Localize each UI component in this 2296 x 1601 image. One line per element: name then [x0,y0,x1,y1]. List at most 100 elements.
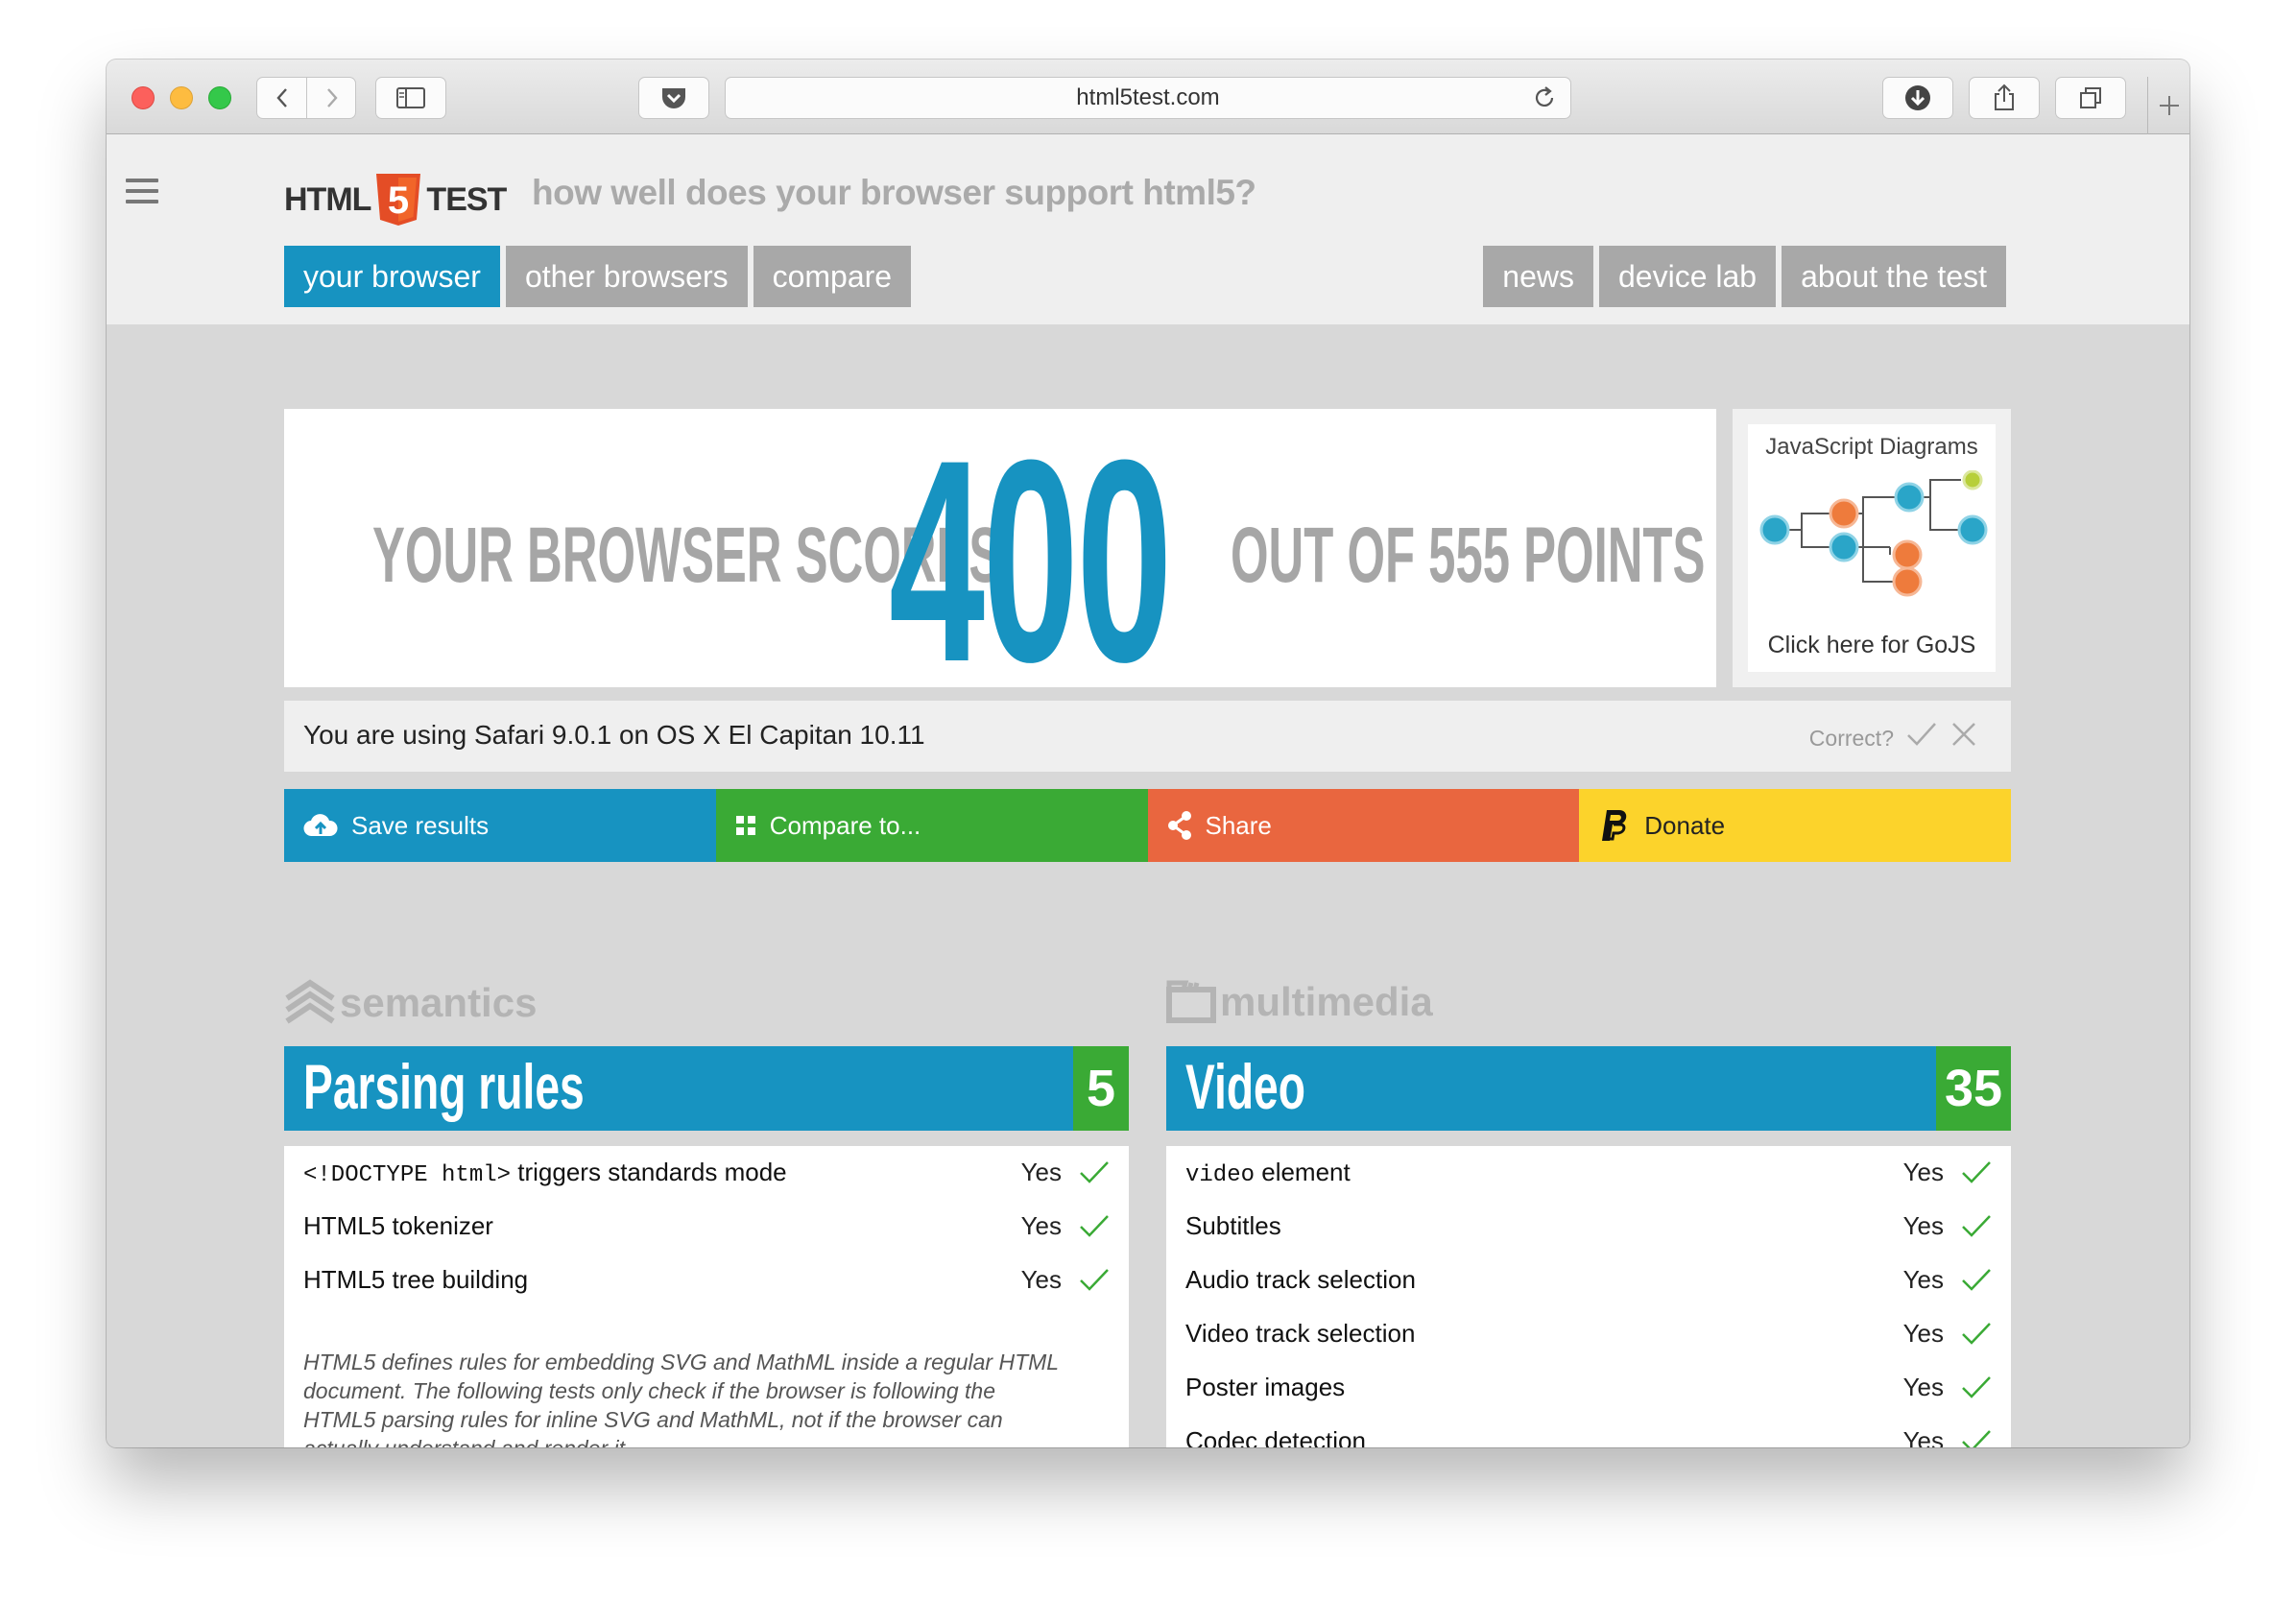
test-label: HTML5 tokenizer [303,1211,493,1240]
donate-label: Donate [1644,810,1726,840]
tab-compare[interactable]: compare [753,246,912,307]
ad-card[interactable]: JavaScript Diagrams Click here for GoJS [1748,424,1996,672]
section-title: Parsing rules [303,1051,585,1122]
check-icon [1080,1269,1109,1291]
tabs-overview-button[interactable] [2055,77,2126,119]
section-note: HTML5 defines rules for embedding SVG an… [303,1350,1059,1447]
confirm-check-icon[interactable] [1905,720,1938,749]
diagram-illustration-icon [1759,470,1988,597]
url-text: html5test.com [1076,84,1220,110]
section-title: Video [1185,1051,1305,1122]
ad-title: JavaScript Diagrams [1765,434,1978,460]
gojs-ad[interactable]: JavaScript Diagrams Click here for GoJS [1733,409,2011,687]
downloads-button[interactable] [1882,77,1953,119]
list-item: Subtitles Yes [1166,1200,2011,1254]
video-list: video element Yes Subtitles Yes Audio tr… [1166,1146,2011,1447]
category-multimedia: multimedia [1166,979,1433,1025]
share-toolbar-button[interactable] [1969,77,2040,119]
logo-five: 5 [388,179,409,222]
section-points: 5 [1073,1046,1129,1131]
close-window-button[interactable] [132,86,155,109]
minimize-window-button[interactable] [170,86,193,109]
test-result: Yes [1902,1426,1944,1447]
grid-icon [735,816,755,835]
score-suffix: OUT OF 555 POINTS [1231,512,1706,599]
test-label: Audio track selection [1185,1265,1416,1294]
share-nodes-icon [1167,811,1191,840]
forward-button[interactable] [307,78,357,118]
share-button[interactable]: Share [1147,789,1580,862]
check-icon [1080,1215,1109,1237]
list-item: Audio track selection Yes [1166,1254,2011,1307]
tab-device-lab[interactable]: device lab [1598,246,1777,307]
save-results-button[interactable]: Save results [284,789,716,862]
check-icon [1962,1430,1991,1447]
check-icon [1080,1161,1109,1183]
menu-icon[interactable] [126,179,158,203]
browser-toolbar: html5test.com [107,60,2189,134]
list-item: <!DOCTYPE html> triggers standards mode … [284,1146,1129,1200]
clapperboard-icon [1166,980,1216,1023]
tab-your-browser[interactable]: your browser [284,246,500,307]
chevron-left-icon [275,88,287,108]
action-bar: Save results Compare to... Share Donate [284,789,2011,862]
page-content: HTML 5 TEST how well does your browser s… [107,134,2189,1447]
share-icon [1995,84,2014,110]
test-result: Yes [1020,1265,1062,1294]
site-tagline: how well does your browser support html5… [532,173,1256,212]
test-code: <!DOCTYPE html> [303,1162,512,1188]
test-label: Subtitles [1185,1211,1281,1240]
correct-label: Correct? [1808,726,1894,751]
site-logo[interactable]: HTML 5 TEST [284,169,507,230]
parsing-rules-list: <!DOCTYPE html> triggers standards mode … [284,1146,1129,1447]
test-result: Yes [1020,1158,1062,1186]
download-icon [1905,85,1930,110]
test-code: video [1185,1162,1256,1188]
share-label: Share [1205,810,1272,840]
test-result: Yes [1020,1211,1062,1240]
detected-browser-text: You are using Safari 9.0.1 on OS X El Ca… [303,720,925,750]
address-bar[interactable]: html5test.com [725,77,1571,119]
logo-text-right: TEST [426,180,507,218]
compare-to-button[interactable]: Compare to... [715,789,1148,862]
reload-icon[interactable] [1532,85,1557,110]
category-semantics-label: semantics [340,980,538,1025]
sidebar-button[interactable] [375,77,446,119]
test-label: <!DOCTYPE html> triggers standards mode [303,1158,787,1188]
pocket-button[interactable] [638,77,709,119]
section-video[interactable]: Video 35 [1166,1046,2011,1131]
new-tab-button[interactable] [2147,77,2189,134]
logo-text-left: HTML [284,180,371,218]
check-icon [1962,1215,1991,1237]
pocket-icon [662,88,685,108]
sidebar-icon [396,87,425,108]
plus-icon [2159,96,2179,115]
secondary-nav: news device lab about the test [1483,246,2006,307]
ad-cta: Click here for GoJS [1767,632,1976,658]
cloud-upload-icon [303,814,338,837]
score-panel: YOUR BROWSER SCORES 400 OUT OF 555 POINT… [284,409,1716,705]
section-parsing-rules[interactable]: Parsing rules 5 [284,1046,1129,1131]
layers-icon [285,979,335,1024]
back-button[interactable] [257,78,307,118]
test-label: HTML5 tree building [303,1265,529,1294]
section-points: 35 [1936,1046,2011,1131]
compare-to-label: Compare to... [769,810,921,840]
list-item: Video track selection Yes [1166,1307,2011,1361]
category-multimedia-label: multimedia [1220,979,1433,1024]
tab-news[interactable]: news [1483,246,1593,307]
test-label: video element [1185,1158,1351,1188]
tabs-icon [2080,87,2101,108]
browser-detection-bar: You are using Safari 9.0.1 on OS X El Ca… [284,701,2011,772]
score-value: 400 [889,399,1173,722]
donate-button[interactable]: Donate [1579,789,2011,862]
zoom-window-button[interactable] [208,86,231,109]
check-icon [1962,1323,1991,1345]
list-item: Poster images Yes [1166,1361,2011,1415]
list-item: Codec detection Yes [1166,1415,2011,1447]
test-result: Yes [1902,1211,1944,1240]
check-icon [1962,1376,1991,1398]
tab-other-browsers[interactable]: other browsers [505,246,748,307]
tab-about-the-test[interactable]: about the test [1782,246,2006,307]
reject-x-icon[interactable] [1951,722,1976,747]
